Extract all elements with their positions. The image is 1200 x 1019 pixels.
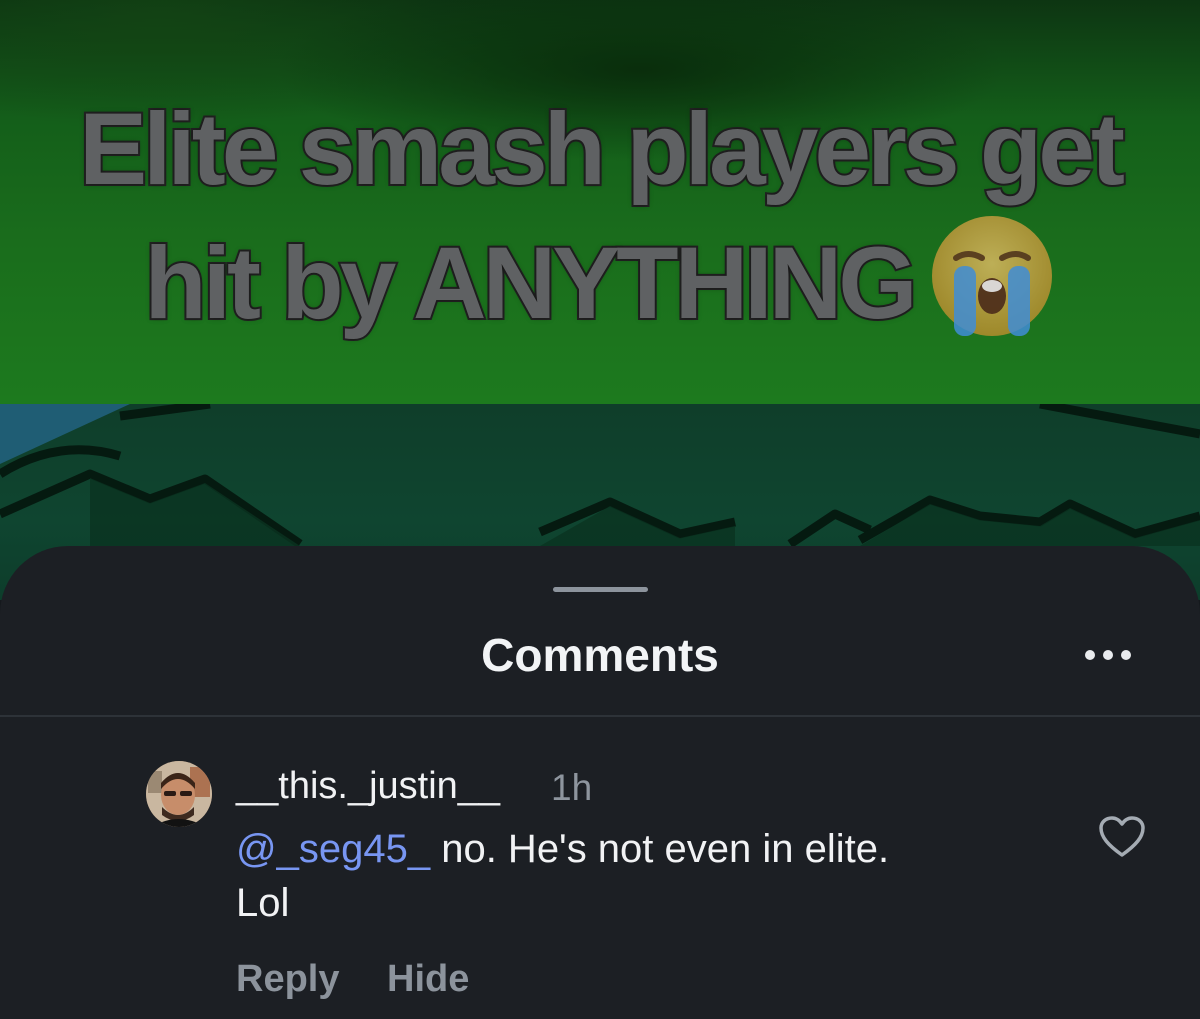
caption-line-2-wrap: hit by ANYTHING	[0, 212, 1200, 346]
comment-username[interactable]: __this._justin__	[236, 765, 500, 808]
sheet-drag-handle[interactable]	[553, 587, 648, 592]
avatar[interactable]	[146, 761, 212, 827]
sheet-title: Comments	[481, 629, 719, 681]
caption-line-1: Elite smash players get	[77, 90, 1127, 208]
screen: Elite smash players get hit by ANYTHING	[0, 0, 1200, 1019]
comments-sheet: Comments __this._justin__ 1h @_seg45_ no…	[0, 546, 1200, 1019]
comment-text-line2: Lol	[236, 881, 290, 925]
caption-line-2: hit by ANYTHING	[142, 224, 919, 342]
comment-item: __this._justin__ 1h @_seg45_ no. He's no…	[0, 717, 1200, 1019]
more-options-icon[interactable]	[1082, 646, 1134, 666]
comment-body: @_seg45_ no. He's not even in elite. Lol	[236, 822, 1056, 930]
mention-link[interactable]: @_seg45_	[236, 827, 430, 871]
comment-text-line1: no. He's not even in elite.	[430, 827, 890, 871]
video-preview[interactable]: Elite smash players get hit by ANYTHING	[0, 0, 1200, 600]
avatar-photo	[146, 761, 212, 827]
heart-outline-icon[interactable]	[1098, 815, 1146, 859]
loudly-crying-face-emoji	[928, 212, 1056, 340]
comment-timestamp: 1h	[551, 767, 593, 808]
hide-button[interactable]: Hide	[387, 958, 469, 1001]
reply-button[interactable]: Reply	[236, 958, 339, 1001]
video-caption: Elite smash players get hit by ANYTHING	[0, 86, 1200, 346]
